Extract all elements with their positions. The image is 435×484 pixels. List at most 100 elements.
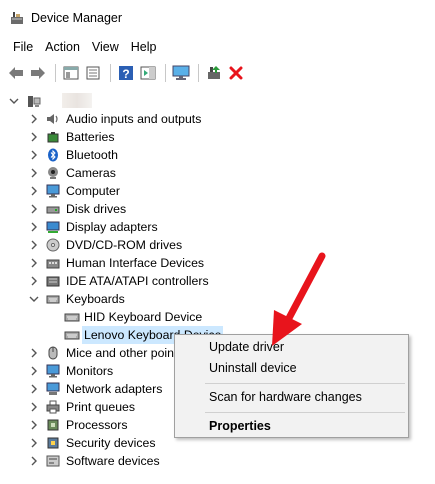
menu-item-uninstall-device[interactable]: Uninstall device [209, 361, 297, 375]
chevron-right-icon[interactable] [29, 204, 39, 214]
back-arrow-icon[interactable] [6, 63, 26, 83]
toolbar-separator [110, 64, 111, 82]
tree-item-cameras[interactable]: Cameras [0, 164, 435, 182]
chevron-right-icon[interactable] [29, 258, 39, 268]
tree-item-label: Bluetooth [66, 148, 118, 162]
forward-arrow-icon[interactable] [28, 63, 48, 83]
tree-item-batteries[interactable]: Batteries [0, 128, 435, 146]
help-icon[interactable]: ? [116, 63, 136, 83]
tree-item-keyboards[interactable]: Keyboards [0, 290, 435, 308]
bluetooth-icon [46, 148, 60, 162]
tree-item-label: Monitors [66, 364, 114, 378]
menu-separator [205, 383, 405, 384]
disk-drive-icon [46, 202, 60, 216]
tree-item-audio[interactable]: Audio inputs and outputs [0, 110, 435, 128]
software-device-icon [46, 454, 60, 468]
chevron-right-icon[interactable] [29, 186, 39, 196]
chevron-right-icon[interactable] [29, 276, 39, 286]
tree-item-label: Cameras [66, 166, 116, 180]
chevron-right-icon[interactable] [29, 150, 39, 160]
tree-item-hid-keyboard[interactable]: HID Keyboard Device [0, 308, 435, 326]
tree-item-ide[interactable]: IDE ATA/ATAPI controllers [0, 272, 435, 290]
chevron-right-icon[interactable] [29, 348, 39, 358]
tree-item-label: Software devices [66, 454, 160, 468]
network-adapter-icon [46, 382, 60, 396]
action-pane-icon[interactable] [138, 63, 158, 83]
tree-item-label: Audio inputs and outputs [66, 112, 202, 126]
battery-icon [46, 130, 60, 144]
tree-item-hid[interactable]: Human Interface Devices [0, 254, 435, 272]
menu-item-properties[interactable]: Properties [209, 419, 271, 433]
keyboard-icon [64, 328, 80, 342]
keyboard-icon [46, 292, 60, 306]
tree-item-computer[interactable]: Computer [0, 182, 435, 200]
computer-name-redacted [62, 93, 92, 108]
red-pointer-arrow [272, 252, 326, 346]
menu-bar: File Action View Help [0, 36, 435, 58]
chevron-right-icon[interactable] [29, 366, 39, 376]
computer-monitor-icon[interactable] [171, 63, 191, 83]
show-hide-tree-icon[interactable] [61, 63, 81, 83]
webcam-icon [46, 166, 60, 180]
tree-item-label: Display adapters [66, 220, 158, 234]
tree-item-label: Network adapters [66, 382, 163, 396]
tree-item-disk-drives[interactable]: Disk drives [0, 200, 435, 218]
chevron-right-icon[interactable] [29, 438, 39, 448]
hid-icon [46, 256, 60, 270]
toolbar-separator [55, 64, 56, 82]
tree-item-label: IDE ATA/ATAPI controllers [66, 274, 209, 288]
chevron-right-icon[interactable] [29, 114, 39, 124]
tree-item-label: Processors [66, 418, 128, 432]
tree-item-label: Disk drives [66, 202, 127, 216]
tree-item-label: Keyboards [66, 292, 125, 306]
menu-help[interactable]: Help [125, 40, 163, 54]
uninstall-icon[interactable] [226, 63, 246, 83]
chevron-right-icon[interactable] [29, 384, 39, 394]
monitor-icon [46, 364, 60, 378]
display-adapter-icon [46, 220, 60, 234]
window-title: Device Manager [31, 11, 123, 25]
update-driver-icon[interactable] [204, 63, 224, 83]
mouse-icon [46, 346, 60, 360]
chevron-right-icon[interactable] [29, 240, 39, 250]
tree-item-label: Print queues [66, 400, 136, 414]
chevron-right-icon[interactable] [29, 222, 39, 232]
tree-item-dvd[interactable]: DVD/CD-ROM drives [0, 236, 435, 254]
menu-file[interactable]: File [7, 40, 39, 54]
menu-action[interactable]: Action [39, 40, 86, 54]
speaker-icon [46, 112, 60, 126]
chevron-down-icon[interactable] [29, 294, 39, 304]
ide-controller-icon [46, 274, 60, 288]
printer-icon [46, 400, 60, 414]
tree-item-display-adapters[interactable]: Display adapters [0, 218, 435, 236]
chevron-right-icon[interactable] [29, 456, 39, 466]
title-bar: Device Manager [0, 0, 435, 36]
toolbar-separator [198, 64, 199, 82]
device-manager-icon [10, 11, 24, 25]
properties-icon[interactable] [83, 63, 103, 83]
tree-item-label: Security devices [66, 436, 156, 450]
tree-root[interactable] [0, 92, 435, 110]
tree-item-label: HID Keyboard Device [84, 310, 203, 324]
tree-item-bluetooth[interactable]: Bluetooth [0, 146, 435, 164]
menu-view[interactable]: View [86, 40, 125, 54]
tree-item-label: Computer [66, 184, 120, 198]
processor-icon [46, 418, 60, 432]
toolbar: ? [0, 60, 435, 86]
menu-item-scan-hardware[interactable]: Scan for hardware changes [209, 390, 362, 404]
tree-item-label: Human Interface Devices [66, 256, 205, 270]
keyboard-icon [64, 310, 80, 324]
security-chip-icon [46, 436, 60, 450]
chevron-right-icon[interactable] [29, 402, 39, 412]
svg-text:?: ? [122, 67, 129, 81]
tree-item-software[interactable]: Software devices [0, 452, 435, 470]
tree-item-label: Batteries [66, 130, 115, 144]
chevron-down-icon[interactable] [9, 96, 19, 106]
chevron-right-icon[interactable] [29, 420, 39, 430]
computer-icon [27, 94, 41, 108]
toolbar-separator [165, 64, 166, 82]
chevron-right-icon[interactable] [29, 168, 39, 178]
monitor-icon [46, 184, 60, 198]
tree-item-label: DVD/CD-ROM drives [66, 238, 183, 252]
chevron-right-icon[interactable] [29, 132, 39, 142]
